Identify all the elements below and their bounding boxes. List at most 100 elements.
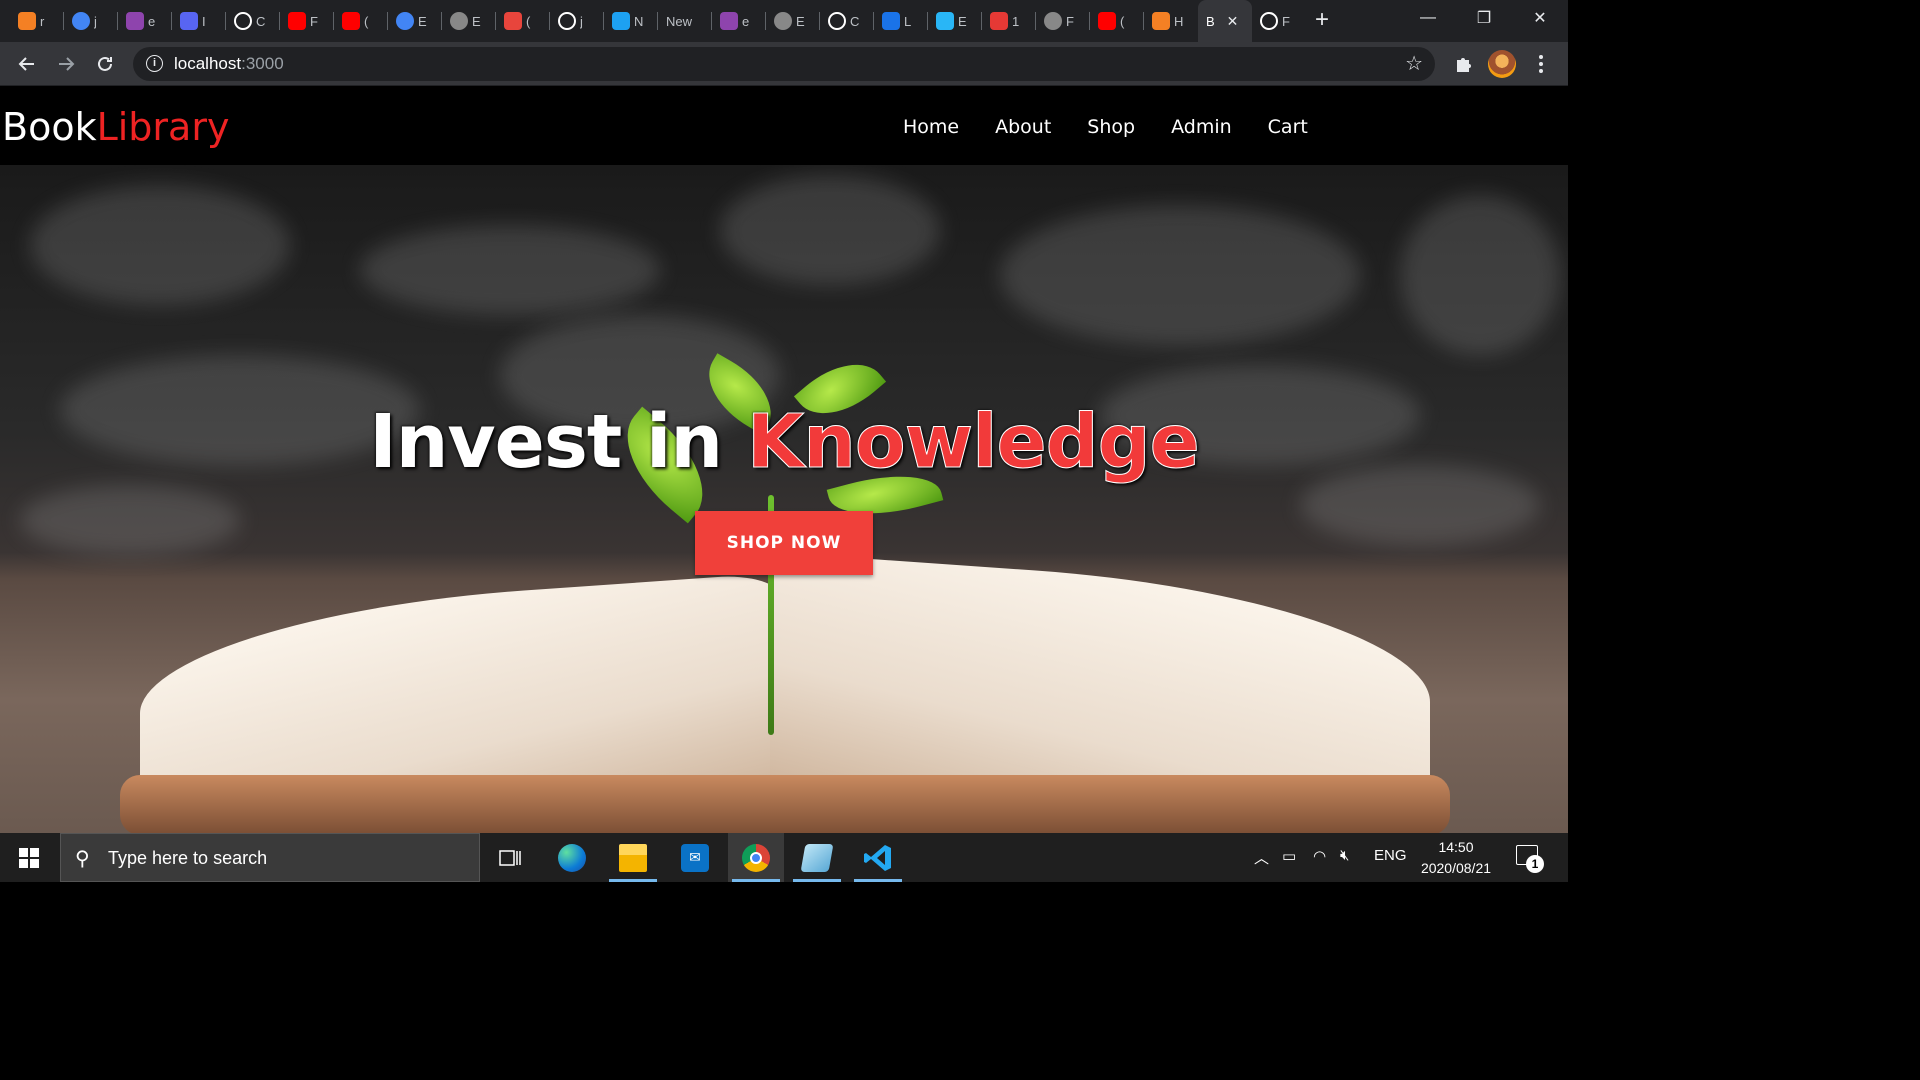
browser-tab[interactable]: C xyxy=(820,4,874,38)
browser-tab[interactable]: I xyxy=(172,4,226,38)
taskbar-search-box[interactable]: ⚲ Type here to search xyxy=(60,833,480,882)
bookmark-star-icon[interactable]: ☆ xyxy=(1405,51,1423,76)
language-indicator[interactable]: ENG xyxy=(1374,847,1407,864)
tab-title: N xyxy=(634,13,644,29)
browser-tab[interactable]: B ✕ xyxy=(1198,0,1252,42)
site-info-icon[interactable]: i xyxy=(146,55,163,72)
browser-tab[interactable]: F xyxy=(1036,4,1090,38)
browser-tab[interactable]: C xyxy=(226,4,280,38)
nav-link-home[interactable]: Home xyxy=(885,114,977,140)
stackoverflow-icon xyxy=(1152,12,1170,30)
tab-title: F xyxy=(310,13,318,29)
forward-button[interactable] xyxy=(52,50,80,78)
browser-tab[interactable]: E xyxy=(928,4,982,38)
tab-title: E xyxy=(796,13,805,29)
globe-icon xyxy=(1044,12,1062,30)
brand-logo[interactable]: BookLibrary xyxy=(2,105,229,149)
codeforces-icon xyxy=(990,12,1008,30)
clock-time: 14:50 xyxy=(1438,839,1474,855)
browser-tab[interactable]: F xyxy=(280,4,334,38)
youtube-icon xyxy=(342,12,360,30)
browser-tab[interactable]: e xyxy=(712,4,766,38)
tab-title: E xyxy=(958,13,967,29)
browser-tab[interactable]: N xyxy=(604,4,658,38)
edge-icon xyxy=(558,843,586,872)
new-tab-button[interactable]: + xyxy=(1310,8,1334,33)
close-tab-icon[interactable]: ✕ xyxy=(1227,13,1239,30)
task-view-icon xyxy=(499,849,521,866)
browser-tab[interactable]: e xyxy=(118,4,172,38)
tab-title: j xyxy=(94,13,97,29)
hackerrank-icon xyxy=(720,12,738,30)
tab-title: C xyxy=(256,13,266,29)
browser-tab[interactable]: E xyxy=(766,4,820,38)
browser-tab[interactable]: 1 xyxy=(982,4,1036,38)
file-explorer-app[interactable] xyxy=(605,833,661,882)
youtube-icon xyxy=(1098,12,1116,30)
chrome-icon xyxy=(742,843,770,872)
github-icon xyxy=(1260,12,1278,30)
stackoverflow-icon xyxy=(18,12,36,30)
nav-link-cart[interactable]: Cart xyxy=(1250,114,1326,140)
refresh-app-icon xyxy=(882,12,900,30)
tab-title: e xyxy=(148,13,156,29)
url-text[interactable]: localhost:3000 xyxy=(174,54,284,74)
browser-tab[interactable]: F xyxy=(1252,4,1306,38)
wifi-icon[interactable]: ◠ xyxy=(1313,847,1326,865)
vscode-app[interactable] xyxy=(850,833,906,882)
reload-button[interactable] xyxy=(91,50,119,78)
twitter-icon xyxy=(612,12,630,30)
browser-tab[interactable]: E xyxy=(442,4,496,38)
extensions-button[interactable] xyxy=(1449,50,1477,78)
tab-title: L xyxy=(904,13,912,29)
tab-title: ( xyxy=(526,13,531,29)
edge-app[interactable] xyxy=(544,833,600,882)
mail-app[interactable]: ✉ xyxy=(667,833,723,882)
browser-tab[interactable]: New xyxy=(658,4,712,38)
nav-links: Home About Shop Admin Cart xyxy=(885,114,1326,140)
volume-muted-icon[interactable]: 🔇︎ xyxy=(1340,847,1349,864)
browser-tab[interactable]: E xyxy=(388,4,442,38)
taskbar-search-placeholder: Type here to search xyxy=(108,848,268,868)
browser-tab[interactable]: ( xyxy=(1090,4,1144,38)
nav-link-shop[interactable]: Shop xyxy=(1069,114,1153,140)
url-host: localhost xyxy=(174,54,242,73)
nav-link-about[interactable]: About xyxy=(977,114,1069,140)
google-icon xyxy=(396,12,414,30)
puzzle-icon xyxy=(1457,58,1471,72)
chrome-menu-button[interactable] xyxy=(1527,50,1555,78)
task-view-button[interactable] xyxy=(482,833,538,882)
windows-taskbar: ⚲ Type here to search ✉ ︿ ▭ ◠ 🔇︎ ENG 14:… xyxy=(0,833,1568,882)
tab-title: H xyxy=(1174,13,1184,29)
nav-link-admin[interactable]: Admin xyxy=(1153,114,1250,140)
address-bar[interactable]: i localhost:3000 ☆ xyxy=(133,47,1435,81)
profile-avatar[interactable] xyxy=(1488,50,1516,78)
kebab-menu-icon xyxy=(1539,55,1543,73)
browser-tab[interactable]: j xyxy=(64,4,118,38)
back-button[interactable] xyxy=(13,50,41,78)
reload-icon xyxy=(98,56,112,71)
browser-tab[interactable]: r xyxy=(10,4,64,38)
show-hidden-icons-chevron-icon[interactable]: ︿ xyxy=(1254,847,1269,868)
battery-icon[interactable]: ▭ xyxy=(1282,847,1296,865)
tab-title: E xyxy=(418,13,427,29)
restore-button[interactable]: ❐ xyxy=(1456,0,1512,36)
tab-title: j xyxy=(580,13,583,29)
shop-now-button[interactable]: SHOP NOW xyxy=(695,511,873,575)
browser-tab[interactable]: ( xyxy=(334,4,388,38)
browser-tab[interactable]: H xyxy=(1144,4,1198,38)
minimize-button[interactable]: — xyxy=(1400,0,1456,36)
browser-tab[interactable]: L xyxy=(874,4,928,38)
hero-section: Invest in Knowledge SHOP NOW xyxy=(0,165,1568,833)
browser-tab[interactable]: j xyxy=(550,4,604,38)
notepad-app[interactable] xyxy=(789,833,845,882)
github-icon xyxy=(234,12,252,30)
tab-title: ( xyxy=(364,13,369,29)
start-button[interactable] xyxy=(0,833,58,882)
system-clock[interactable]: 14:50 2020/08/21 xyxy=(1412,837,1500,879)
browser-tab[interactable]: ( xyxy=(496,4,550,38)
chrome-app[interactable] xyxy=(728,833,784,882)
file-explorer-icon xyxy=(619,843,647,872)
close-window-button[interactable]: ✕ xyxy=(1512,0,1568,36)
tab-title: C xyxy=(850,13,860,29)
